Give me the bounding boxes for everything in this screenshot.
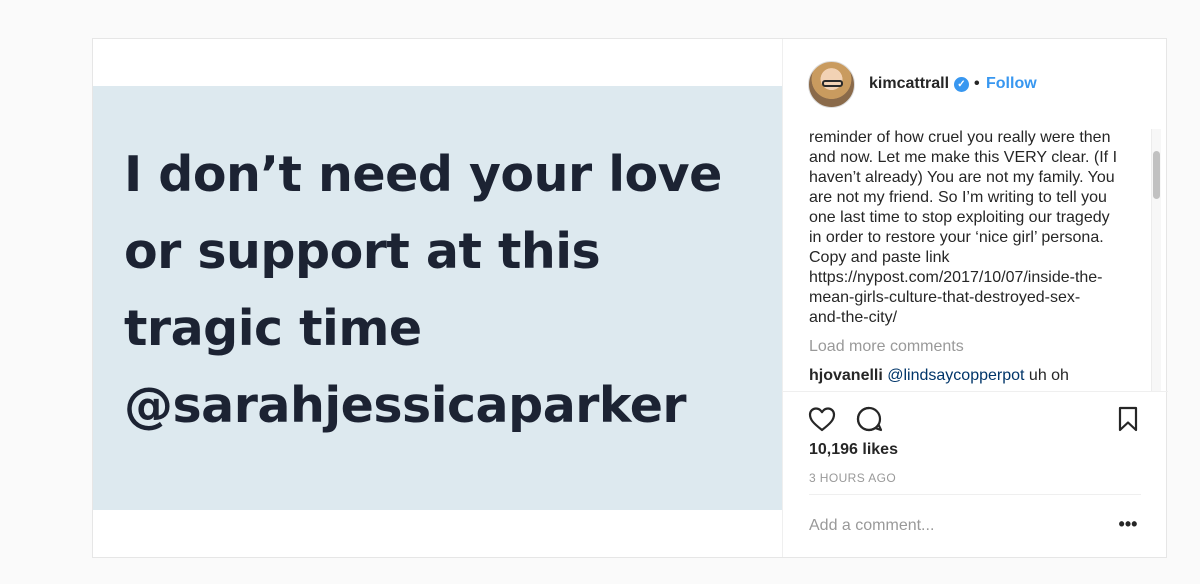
caption-line: Copy and paste link [809, 249, 950, 266]
post-media: I don’t need your love or support at thi… [93, 39, 782, 557]
quote-line: I don’t need your love [124, 146, 722, 203]
more-options-button[interactable]: ••• [1115, 515, 1141, 537]
quote-image: I don’t need your love or support at thi… [93, 86, 782, 510]
speech-bubble-icon[interactable] [854, 404, 884, 434]
quote-text: I don’t need your love or support at thi… [124, 136, 764, 444]
scrollbar-thumb[interactable] [1153, 151, 1160, 199]
load-more-comments-button[interactable]: Load more comments [809, 338, 964, 356]
bookmark-icon[interactable] [1113, 404, 1143, 434]
comment-text: uh oh [1024, 367, 1069, 384]
follow-button[interactable]: Follow [986, 75, 1037, 93]
heart-icon[interactable] [807, 404, 837, 434]
header-separator: • [974, 75, 980, 92]
caption-link-line: and-the-city/ [809, 309, 898, 326]
avatar[interactable] [808, 61, 855, 108]
verified-badge-icon: ✓ [954, 77, 969, 92]
caption-text: reminder of how cruel you really were th… [809, 129, 1127, 328]
quote-line: @sarahjessicaparker [124, 377, 687, 434]
comment-item: hjovanelli @lindsaycopperpot uh oh [809, 367, 1069, 385]
caption-link-line: https://nypost.com/2017/10/07/inside-the… [809, 269, 1103, 286]
comments-scrollbar[interactable] [1151, 129, 1161, 391]
comments-scroll-area[interactable]: reminder of how cruel you really were th… [783, 129, 1168, 391]
add-comment-section: ••• [809, 494, 1141, 557]
username-link[interactable]: kimcattrall [869, 75, 949, 93]
caption-line: and now. Let me make this VERY clear. (I… [809, 149, 1118, 166]
post-timestamp[interactable]: 3 HOURS AGO [809, 471, 896, 485]
quote-line: or support at this [124, 223, 601, 280]
post-sidebar: kimcattrall ✓ • Follow reminder of how c… [782, 39, 1168, 557]
caption-line: are not my friend. So I’m writing to tel… [809, 189, 1107, 206]
instagram-post: I don’t need your love or support at thi… [92, 38, 1168, 558]
avatar-glasses [822, 80, 843, 87]
post-header: kimcattrall ✓ • Follow [783, 39, 1168, 129]
comment-username-link[interactable]: hjovanelli [809, 367, 883, 384]
post-actions [783, 391, 1168, 439]
comment-mention-link[interactable]: @lindsaycopperpot [887, 367, 1024, 384]
caption-line: in order to restore your ‘nice girl’ per… [809, 229, 1104, 246]
add-comment-input[interactable] [809, 515, 1089, 537]
quote-line: tragic time [124, 300, 422, 357]
caption-line: haven’t already) You are not my family. … [809, 169, 1115, 186]
caption-line: one last time to stop exploiting our tra… [809, 209, 1110, 226]
caption-line: reminder of how cruel you really were th… [809, 129, 1111, 146]
caption-link-line: mean-girls-culture-that-destroyed-sex- [809, 289, 1081, 306]
likes-count[interactable]: 10,196 likes [809, 441, 898, 459]
